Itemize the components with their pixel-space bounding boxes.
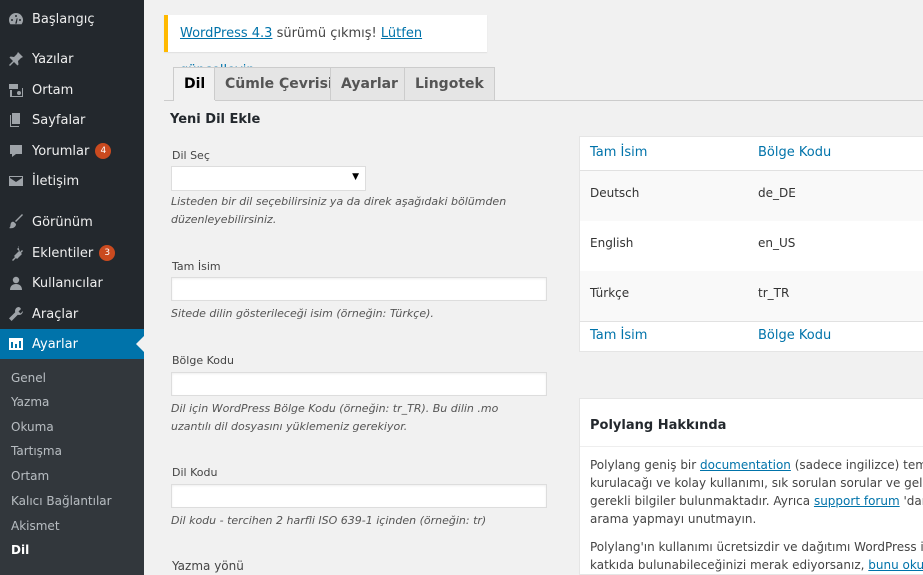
language-locale: en_US bbox=[758, 236, 796, 250]
language-name[interactable]: Deutsch bbox=[590, 186, 639, 200]
menu-item-tools[interactable]: Araçlar bbox=[0, 299, 144, 329]
tab-lingotek[interactable]: Lingotek bbox=[404, 67, 495, 100]
locale-label: Bölge Kodu bbox=[172, 354, 234, 367]
menu-item-contact[interactable]: İletişim bbox=[0, 166, 144, 196]
submenu-item-general[interactable]: Genel bbox=[11, 368, 46, 388]
submenu-item-writing[interactable]: Yazma bbox=[11, 392, 49, 412]
about-polylang-box: Polylang Hakkında Polylang geniş bir doc… bbox=[579, 398, 923, 575]
choose-language-select[interactable]: ▼ bbox=[171, 166, 366, 191]
documentation-link[interactable]: documentation bbox=[700, 458, 791, 472]
language-code-description: Dil kodu - tercihen 2 harfli ISO 639-1 i… bbox=[171, 514, 487, 527]
table-row: Türkçe tr_TR bbox=[580, 271, 923, 321]
user-icon bbox=[8, 275, 24, 291]
language-locale: tr_TR bbox=[758, 286, 790, 300]
submenu-item-media[interactable]: Ortam bbox=[11, 466, 49, 486]
read-this-link[interactable]: bunu okuyun bbox=[868, 558, 923, 572]
menu-item-posts[interactable]: Yazılar bbox=[0, 44, 144, 74]
menu-item-settings[interactable]: Ayarlar bbox=[0, 329, 144, 359]
menu-label: Kullanıcılar bbox=[32, 275, 103, 291]
wrench-icon bbox=[8, 306, 24, 322]
submenu-item-permalinks[interactable]: Kalıcı Bağlantılar bbox=[11, 491, 112, 511]
tab-strings-translation[interactable]: Cümle Çevrisi bbox=[214, 67, 344, 100]
menu-label: İletişim bbox=[32, 173, 80, 189]
choose-language-description: Listeden bir dil seçebilirsiniz ya da di… bbox=[171, 195, 507, 226]
dropdown-arrow-icon: ▼ bbox=[352, 172, 359, 182]
notice-text: sürümü çıkmış! bbox=[272, 26, 381, 41]
menu-item-comments[interactable]: Yorumlar 4 bbox=[0, 136, 144, 166]
menu-item-plugins[interactable]: Eklentiler 3 bbox=[0, 238, 144, 268]
submenu-item-akismet[interactable]: Akismet bbox=[11, 516, 60, 536]
about-text-line: gerekli bilgiler bulunmaktadır. Ayrıca s… bbox=[590, 494, 923, 508]
menu-item-pages[interactable]: Sayfalar bbox=[0, 105, 144, 135]
support-forum-link[interactable]: support forum bbox=[814, 494, 900, 508]
tab-languages[interactable]: Dil bbox=[173, 67, 217, 101]
column-footer-locale[interactable]: Bölge Kodu bbox=[758, 328, 831, 343]
dashboard-icon bbox=[8, 11, 24, 27]
table-footer-divider bbox=[580, 321, 923, 322]
column-footer-full-name[interactable]: Tam İsim bbox=[590, 328, 647, 343]
about-text-line: arama yapmayı unutmayın. bbox=[590, 512, 757, 526]
menu-item-users[interactable]: Kullanıcılar bbox=[0, 268, 144, 298]
menu-label: Görünüm bbox=[32, 214, 93, 230]
menu-label: Eklentiler bbox=[32, 245, 94, 261]
language-code-label: Dil Kodu bbox=[172, 466, 218, 479]
brush-icon bbox=[8, 214, 24, 230]
mail-icon bbox=[8, 173, 24, 189]
admin-sidebar: Başlangıç Yazılar Ortam Sayfalar Yorumla… bbox=[0, 0, 144, 575]
language-name[interactable]: Türkçe bbox=[590, 286, 629, 300]
choose-language-label: Dil Seç bbox=[172, 149, 210, 162]
full-name-label: Tam İsim bbox=[172, 260, 221, 273]
comments-icon bbox=[8, 143, 24, 159]
language-locale: de_DE bbox=[758, 186, 796, 200]
full-name-description: Sitede dilin gösterileceği isim (örneğin… bbox=[171, 307, 434, 320]
tab-settings[interactable]: Ayarlar bbox=[330, 67, 409, 100]
menu-item-media[interactable]: Ortam bbox=[0, 75, 144, 105]
settings-icon bbox=[8, 336, 24, 352]
submenu-item-languages[interactable]: Dil bbox=[11, 540, 29, 560]
menu-item-dashboard[interactable]: Başlangıç bbox=[0, 4, 144, 34]
about-text-line: katkıda bulunabileceğinizi merak ediyors… bbox=[590, 556, 923, 574]
full-name-input[interactable] bbox=[171, 277, 547, 301]
about-text-line: Polylang'ın kullanımı ücretsizdir ve dağ… bbox=[590, 540, 923, 554]
submenu-item-reading[interactable]: Okuma bbox=[11, 417, 54, 437]
table-row: English en_US bbox=[580, 221, 923, 271]
about-text-line: Polylang geniş bir documentation (sadece… bbox=[590, 458, 923, 472]
column-header-full-name[interactable]: Tam İsim bbox=[590, 145, 647, 160]
column-header-locale[interactable]: Bölge Kodu bbox=[758, 145, 831, 160]
add-language-title: Yeni Dil Ekle bbox=[170, 112, 261, 127]
locale-description: Dil için WordPress Bölge Kodu (örneğin: … bbox=[171, 402, 499, 433]
media-icon bbox=[8, 82, 24, 98]
menu-label: Ortam bbox=[32, 82, 74, 98]
settings-submenu: Genel Yazma Okuma Tartışma Ortam Kalıcı … bbox=[0, 359, 144, 575]
language-name[interactable]: English bbox=[590, 236, 633, 250]
submenu-item-discussion[interactable]: Tartışma bbox=[11, 441, 62, 461]
menu-label: Araçlar bbox=[32, 306, 79, 322]
pages-icon bbox=[8, 112, 24, 128]
plugins-count-badge: 3 bbox=[99, 245, 116, 261]
languages-table: Tam İsim Bölge Kodu Deutsch de_DE Englis… bbox=[579, 136, 923, 352]
locale-input[interactable] bbox=[171, 372, 547, 396]
menu-label: Yazılar bbox=[32, 51, 74, 67]
menu-label: Sayfalar bbox=[32, 112, 86, 128]
plugin-icon bbox=[8, 245, 24, 261]
wordpress-version-link[interactable]: WordPress 4.3 bbox=[180, 26, 272, 41]
table-row: Deutsch de_DE bbox=[580, 171, 923, 221]
menu-label: Başlangıç bbox=[32, 11, 95, 27]
about-title: Polylang Hakkında bbox=[590, 418, 727, 433]
text-direction-label: Yazma yönü bbox=[172, 559, 244, 573]
update-notice: WordPress 4.3 sürümü çıkmış! Lütfen günc… bbox=[164, 15, 487, 78]
pin-icon bbox=[8, 51, 24, 67]
about-text-line: kurulacağı ve kolay kullanımı, sık sorul… bbox=[590, 476, 923, 490]
language-code-input[interactable] bbox=[171, 484, 547, 508]
menu-label: Ayarlar bbox=[32, 336, 78, 352]
comments-count-badge: 4 bbox=[95, 143, 112, 159]
about-divider bbox=[580, 446, 923, 447]
menu-label: Yorumlar bbox=[32, 143, 90, 159]
menu-item-appearance[interactable]: Görünüm bbox=[0, 207, 144, 237]
